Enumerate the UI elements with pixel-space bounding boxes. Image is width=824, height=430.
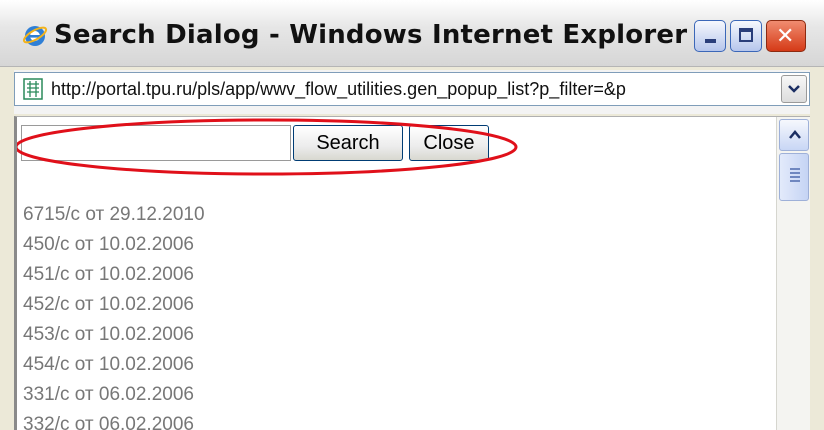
- ie-window: Search Dialog - Windows Internet Explore…: [0, 0, 824, 430]
- close-icon: ✕: [776, 24, 795, 49]
- list-item[interactable]: 6715/с от 29.12.2010: [23, 201, 205, 231]
- page-content: Search Close 6715/с от 29.12.2010 450/с …: [14, 116, 810, 430]
- address-bar: http://portal.tpu.ru/pls/app/wwv_flow_ut…: [14, 70, 810, 114]
- minimize-icon: [705, 39, 716, 43]
- close-window-button[interactable]: ✕: [766, 20, 806, 52]
- window-title: Search Dialog - Windows Internet Explore…: [54, 20, 688, 50]
- search-button[interactable]: Search: [293, 125, 403, 161]
- scroll-thumb[interactable]: [779, 153, 809, 201]
- title-bar[interactable]: Search Dialog - Windows Internet Explore…: [0, 0, 824, 67]
- address-field[interactable]: http://portal.tpu.ru/pls/app/wwv_flow_ut…: [14, 72, 810, 106]
- vertical-scrollbar[interactable]: [776, 117, 810, 430]
- list-item[interactable]: 453/с от 10.02.2006: [23, 321, 205, 351]
- grip-icon: [790, 168, 800, 184]
- address-dropdown-button[interactable]: [781, 75, 807, 103]
- page-icon: [23, 78, 43, 100]
- list-item[interactable]: 332/с от 06.02.2006: [23, 411, 205, 430]
- scroll-up-button[interactable]: [779, 119, 809, 151]
- close-button[interactable]: Close: [409, 125, 489, 161]
- list-item[interactable]: 450/с от 10.02.2006: [23, 231, 205, 261]
- arrow-up-icon: [789, 130, 801, 139]
- search-input[interactable]: [21, 125, 291, 161]
- list-item[interactable]: 331/с от 06.02.2006: [23, 381, 205, 411]
- maximize-icon: [739, 28, 753, 42]
- url-text: http://portal.tpu.ru/pls/app/wwv_flow_ut…: [51, 79, 626, 99]
- maximize-button[interactable]: [730, 20, 762, 52]
- results-list: 6715/с от 29.12.2010 450/с от 10.02.2006…: [23, 201, 205, 430]
- list-item[interactable]: 451/с от 10.02.2006: [23, 261, 205, 291]
- list-item[interactable]: 454/с от 10.02.2006: [23, 351, 205, 381]
- minimize-button[interactable]: [694, 20, 726, 52]
- list-item[interactable]: 452/с от 10.02.2006: [23, 291, 205, 321]
- ie-icon: [22, 26, 48, 46]
- chevron-down-icon: [788, 85, 800, 93]
